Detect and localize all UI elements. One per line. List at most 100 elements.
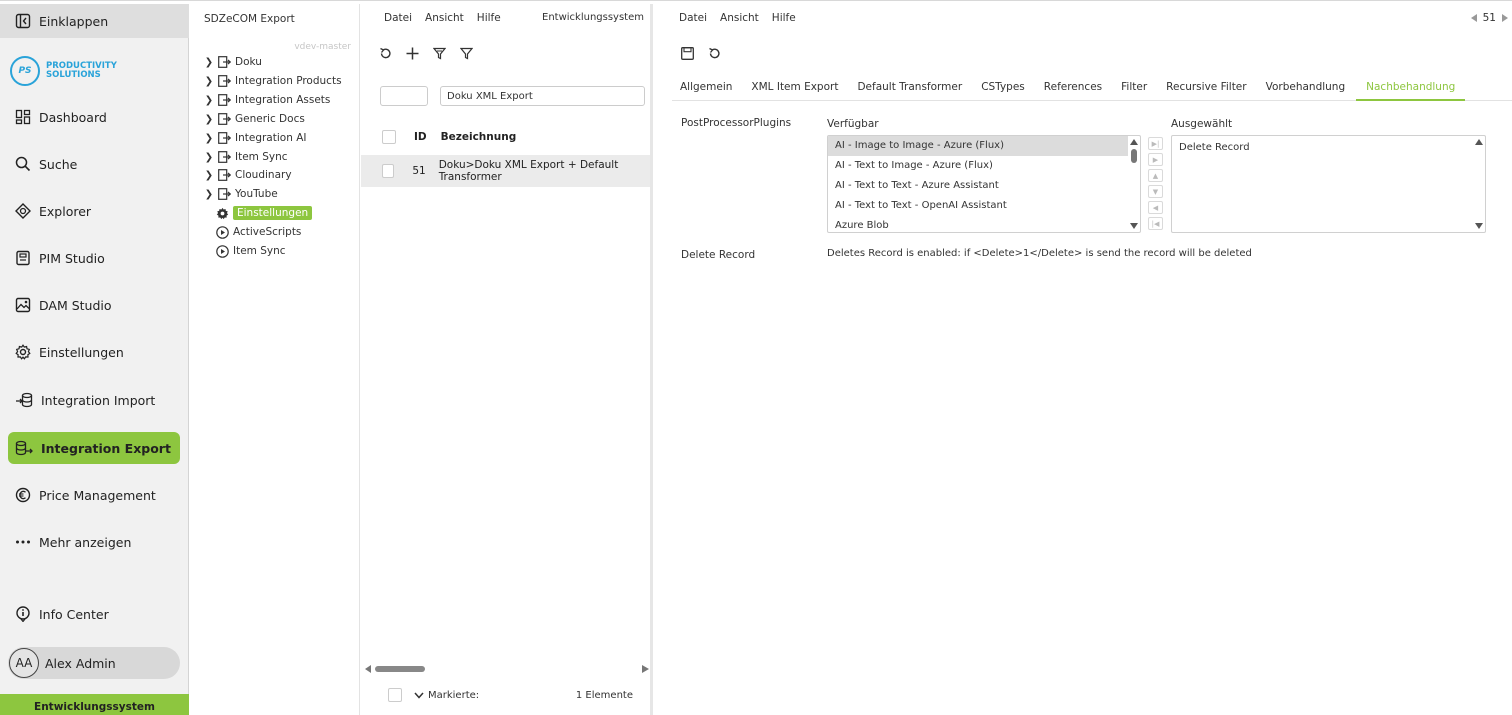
list-item[interactable]: AI - Text to Text - OpenAI Assistant xyxy=(828,196,1140,216)
refresh-icon[interactable] xyxy=(708,47,721,60)
tab-filter[interactable]: Filter xyxy=(1113,74,1155,101)
chevron-right-icon[interactable]: ❯ xyxy=(204,57,214,68)
tree-item-generic-docs[interactable]: ❯ Generic Docs xyxy=(204,110,305,128)
filter-add-icon[interactable] xyxy=(433,47,446,60)
vertical-scrollbar[interactable] xyxy=(1128,136,1140,232)
gear-icon xyxy=(216,207,229,219)
move-all-right-button[interactable]: ▶| xyxy=(1148,137,1163,150)
chevron-right-icon[interactable]: ❯ xyxy=(204,152,214,163)
menu-hilfe[interactable]: Hilfe xyxy=(477,12,501,24)
tree-item-integration-assets[interactable]: ❯ Integration Assets xyxy=(204,91,331,109)
tree-item-integration-ai[interactable]: ❯ Integration AI xyxy=(204,129,307,147)
play-circle-icon xyxy=(216,244,229,258)
user-menu[interactable]: AA Alex Admin xyxy=(8,647,180,679)
scroll-up-icon[interactable] xyxy=(1475,139,1483,145)
tab-vorbehandlung[interactable]: Vorbehandlung xyxy=(1258,74,1354,101)
move-up-button[interactable]: ▲ xyxy=(1148,169,1163,182)
scroll-down-icon[interactable] xyxy=(1130,223,1138,229)
chevron-right-icon[interactable]: ❯ xyxy=(204,95,214,106)
menu-hilfe[interactable]: Hilfe xyxy=(772,12,796,24)
tree-item-integration-products[interactable]: ❯ Integration Products xyxy=(204,72,342,90)
tree-item-label: Integration Products xyxy=(235,75,342,87)
tree-item-youtube[interactable]: ❯ YouTube xyxy=(204,185,278,203)
list-item[interactable]: AI - Text to Image - Azure (Flux) xyxy=(828,156,1140,176)
menu-datei[interactable]: Datei xyxy=(679,12,707,24)
nav-item-settings[interactable]: Einstellungen xyxy=(8,336,180,368)
list-item[interactable]: Delete Record xyxy=(1172,138,1485,158)
export-folder-icon xyxy=(218,132,231,144)
move-left-button[interactable]: ◀ xyxy=(1148,201,1163,214)
add-icon[interactable] xyxy=(406,47,419,60)
tab-cstypes[interactable]: CSTypes xyxy=(973,74,1033,101)
chevron-right-icon[interactable]: ❯ xyxy=(204,76,214,87)
nav-item-dashboard[interactable]: Dashboard xyxy=(8,101,180,133)
nav-item-integration-import[interactable]: Integration Import xyxy=(8,384,180,416)
menu-ansicht[interactable]: Ansicht xyxy=(425,12,464,24)
move-all-left-button[interactable]: |◀ xyxy=(1148,217,1163,230)
table-row[interactable]: 51 Doku>Doku XML Export + Default Transf… xyxy=(361,155,650,187)
nav-item-pim-studio[interactable]: PIM Studio xyxy=(8,242,180,274)
row-checkbox[interactable] xyxy=(382,164,395,178)
tab-allgemein[interactable]: Allgemein xyxy=(672,74,740,101)
id-filter-input[interactable] xyxy=(380,86,428,106)
scrollbar-thumb[interactable] xyxy=(375,666,425,672)
tree-item-settings[interactable]: Einstellungen xyxy=(216,204,313,222)
tree-item-label: Cloudinary xyxy=(235,169,292,181)
tab-default-transformer[interactable]: Default Transformer xyxy=(849,74,970,101)
filter-icon[interactable] xyxy=(460,47,473,60)
chevron-right-icon[interactable]: ❯ xyxy=(204,170,214,181)
name-filter-input[interactable] xyxy=(440,86,645,106)
chevron-down-icon[interactable] xyxy=(414,692,424,699)
select-all-checkbox[interactable] xyxy=(382,130,396,144)
record-id: 51 xyxy=(1482,12,1496,24)
nav-item-info-center[interactable]: Info Center xyxy=(8,598,180,630)
chevron-right-icon[interactable]: ❯ xyxy=(204,114,214,125)
nav-item-more[interactable]: Mehr anzeigen xyxy=(8,526,180,558)
available-plugins-list[interactable]: AI - Image to Image - Azure (Flux) AI - … xyxy=(827,135,1141,233)
scroll-up-icon[interactable] xyxy=(1130,139,1138,145)
chevron-right-icon[interactable]: ❯ xyxy=(204,189,214,200)
record-pager: 51 xyxy=(1470,12,1508,24)
detail-toolbar xyxy=(681,47,721,60)
list-item[interactable]: AI - Text to Text - Azure Assistant xyxy=(828,176,1140,196)
column-header-name[interactable]: Bezeichnung xyxy=(441,131,517,143)
nav-item-search[interactable]: Suche xyxy=(8,148,180,180)
scrollbar-thumb[interactable] xyxy=(1131,149,1137,163)
scroll-down-icon[interactable] xyxy=(1475,223,1483,229)
tab-references[interactable]: References xyxy=(1036,74,1110,101)
tab-recursive-filter[interactable]: Recursive Filter xyxy=(1158,74,1254,101)
list-item[interactable]: AI - Image to Image - Azure (Flux) xyxy=(828,136,1128,156)
tree-item-item-sync[interactable]: ❯ Item Sync xyxy=(204,148,288,166)
tree-item-activescripts[interactable]: ActiveScripts xyxy=(216,223,301,241)
move-right-button[interactable]: ▶ xyxy=(1148,153,1163,166)
nav-item-price-management[interactable]: Price Management xyxy=(8,479,180,511)
chevron-right-icon[interactable]: ❯ xyxy=(204,133,214,144)
collapse-label: Einklappen xyxy=(39,13,109,29)
play-circle-icon xyxy=(216,225,229,239)
previous-record-icon[interactable] xyxy=(1470,14,1477,22)
menu-datei[interactable]: Datei xyxy=(384,12,412,24)
column-header-id[interactable]: ID xyxy=(414,131,427,143)
tree-item-doku[interactable]: ❯ Doku xyxy=(204,53,262,71)
menu-ansicht[interactable]: Ansicht xyxy=(720,12,759,24)
vertical-scrollbar[interactable] xyxy=(1473,136,1485,232)
list-panel: Datei Ansicht Hilfe Entwicklungssystem I… xyxy=(361,4,653,715)
list-item[interactable]: Azure Blob xyxy=(828,216,1140,232)
nav-item-explorer[interactable]: Explorer xyxy=(8,195,180,227)
tab-xml-item-export[interactable]: XML Item Export xyxy=(743,74,846,101)
nav-item-integration-export[interactable]: Integration Export xyxy=(8,432,180,464)
move-down-button[interactable]: ▼ xyxy=(1148,185,1163,198)
selected-plugins-list[interactable]: Delete Record xyxy=(1171,135,1486,233)
footer-checkbox[interactable] xyxy=(388,688,402,702)
next-record-icon[interactable] xyxy=(1502,14,1508,22)
tree-item-item-sync-script[interactable]: Item Sync xyxy=(216,242,286,260)
refresh-icon[interactable] xyxy=(379,47,392,60)
horizontal-scrollbar[interactable] xyxy=(365,664,649,674)
tree-item-cloudinary[interactable]: ❯ Cloudinary xyxy=(204,166,292,184)
save-icon[interactable] xyxy=(681,47,694,60)
collapse-button[interactable]: Einklappen xyxy=(0,4,189,38)
scroll-left-icon[interactable] xyxy=(365,665,372,673)
tab-nachbehandlung[interactable]: Nachbehandlung xyxy=(1356,74,1466,101)
scroll-right-icon[interactable] xyxy=(642,665,649,673)
nav-item-dam-studio[interactable]: DAM Studio xyxy=(8,289,180,321)
